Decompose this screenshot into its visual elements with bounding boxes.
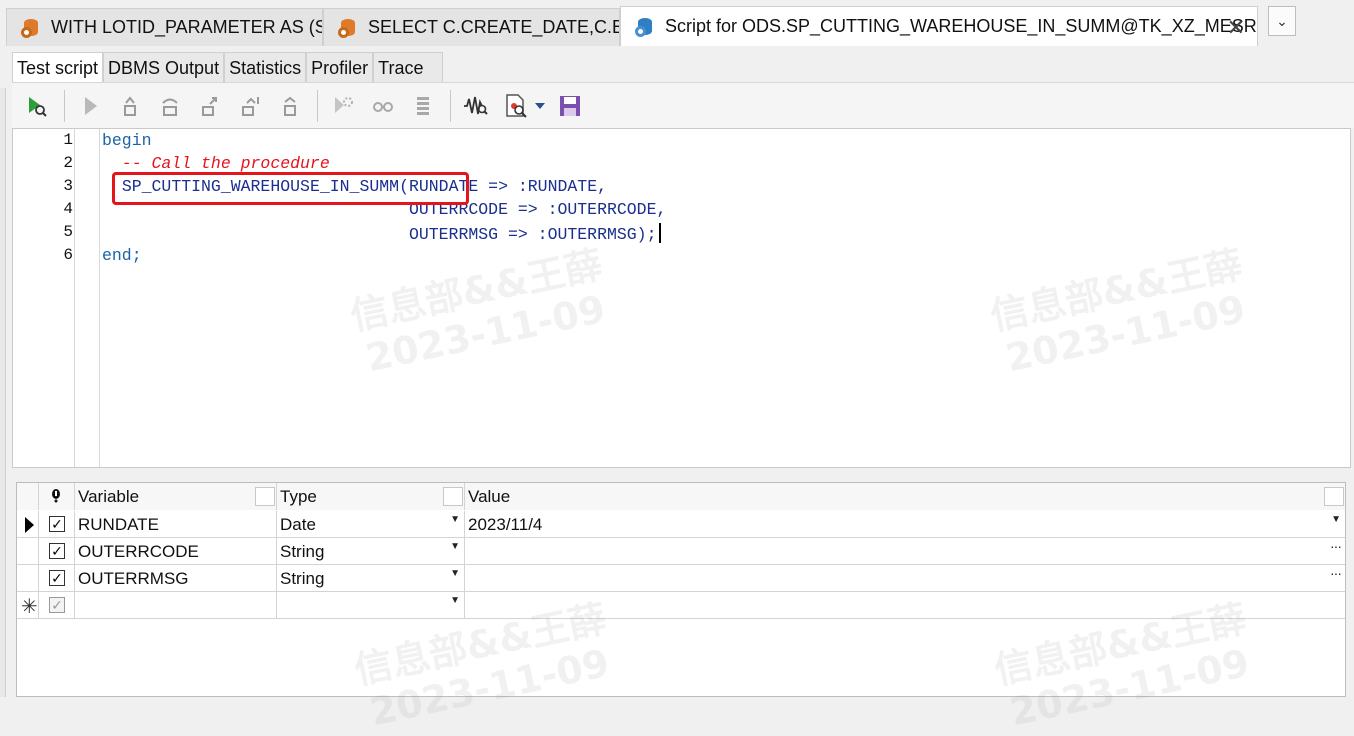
table-row[interactable]: ✓ OUTERRCODE String ▼ ··· — [17, 538, 1345, 565]
type-select[interactable]: Date ▼ — [277, 511, 465, 538]
value-input[interactable]: ··· — [465, 565, 1345, 592]
run-icon[interactable] — [75, 91, 105, 121]
tab-trace[interactable]: Trace — [373, 52, 444, 82]
toggle-breakpoint-icon[interactable] — [328, 91, 358, 121]
line-number: 3 — [63, 177, 73, 195]
value-input[interactable] — [465, 592, 1345, 619]
document-tab-bar: WITH LOTID_PARAMETER AS (S ... SELECT C.… — [0, 0, 1354, 46]
chevron-down-icon: ⌄ — [1276, 12, 1288, 29]
doc-tab-label: WITH LOTID_PARAMETER AS (S ... — [51, 17, 323, 37]
new-table-row[interactable]: ✳ ✓ ▼ — [17, 592, 1345, 619]
grid-header-row: Variable Type Value — [17, 483, 1345, 510]
dropdown-icon[interactable] — [533, 91, 547, 121]
variable-name-cell[interactable]: OUTERRCODE — [75, 538, 277, 565]
step-out-icon[interactable] — [195, 91, 225, 121]
tab-test-script[interactable]: Test script — [12, 52, 104, 82]
profiler-icon[interactable] — [461, 91, 491, 121]
table-row[interactable]: ✓ OUTERRMSG String ▼ ··· — [17, 565, 1345, 592]
step-into-icon[interactable] — [115, 91, 145, 121]
code-line-comment: -- Call the procedure — [102, 154, 330, 173]
row-pointer-icon — [25, 517, 34, 533]
line-number: 2 — [63, 154, 73, 172]
open-script-icon[interactable] — [501, 91, 531, 121]
ellipsis-icon[interactable]: ··· — [1330, 538, 1342, 554]
variable-name-cell[interactable] — [75, 592, 277, 619]
line-number: 1 — [63, 131, 73, 149]
tab-statistics[interactable]: Statistics — [224, 52, 307, 82]
editor-grid-splitter[interactable] — [12, 468, 1354, 480]
doc-tab-select-create-date[interactable]: SELECT C.CREATE_DATE,C.BSF ... — [323, 8, 620, 46]
ellipsis-icon[interactable]: ··· — [1330, 565, 1342, 581]
type-select[interactable]: ▼ — [277, 592, 465, 619]
tab-profiler[interactable]: Profiler — [306, 52, 374, 82]
variable-name-cell[interactable]: OUTERRMSG — [75, 565, 277, 592]
row-enabled-checkbox[interactable]: ✓ — [49, 570, 65, 586]
save-icon[interactable] — [555, 91, 585, 121]
column-header-type[interactable]: Type — [277, 483, 465, 510]
inner-tab-bar: Test script DBMS Output Statistics Profi… — [12, 52, 444, 82]
watermark: 信息部&&王薛 2023-11-09 — [346, 242, 609, 381]
dropdown-arrow-icon[interactable]: ▼ — [450, 513, 460, 527]
run-to-next-exception-icon[interactable] — [235, 91, 265, 121]
column-header-variable[interactable]: Variable — [75, 483, 277, 510]
variables-grid: Variable Type Value ✓ RUNDATE Date ▼ 2023… — [16, 482, 1346, 734]
sql-window-icon — [338, 17, 360, 39]
line-number: 6 — [63, 246, 73, 264]
tab-dbms-output[interactable]: DBMS Output — [103, 52, 225, 82]
close-icon[interactable]: ✕ — [1227, 15, 1245, 41]
procedure-highlight-box — [112, 172, 469, 205]
value-input[interactable]: ··· — [465, 538, 1345, 565]
new-row-icon: ✳ — [21, 596, 38, 618]
dropdown-arrow-icon[interactable]: ▼ — [1331, 513, 1341, 527]
dropdown-arrow-icon[interactable]: ▼ — [450, 567, 460, 581]
row-enabled-checkbox[interactable]: ✓ — [49, 597, 65, 613]
dropdown-arrow-icon[interactable]: ▼ — [450, 540, 460, 554]
watermark: 信息部&&王薛 2023-11-09 — [986, 242, 1249, 381]
row-enabled-checkbox[interactable]: ✓ — [49, 516, 65, 532]
variable-name-cell[interactable]: RUNDATE — [75, 511, 277, 538]
current-row-indicator — [17, 511, 39, 538]
alert-column-header[interactable] — [39, 483, 75, 510]
tabs-dropdown-button[interactable]: ⌄ — [1268, 6, 1296, 36]
doc-tab-label: SELECT C.CREATE_DATE,C.BSF ... — [368, 17, 619, 37]
type-select[interactable]: String ▼ — [277, 538, 465, 565]
test-window-icon — [635, 16, 657, 38]
dropdown-arrow-icon[interactable]: ▼ — [450, 594, 460, 608]
left-panel-edge — [0, 88, 6, 697]
exclamation-icon — [52, 489, 60, 503]
debug-toolbar — [12, 82, 1354, 128]
line-number: 4 — [63, 200, 73, 218]
doc-tab-test-script[interactable]: Script for ODS.SP_CUTTING_WAREHOUSE_IN_S… — [620, 6, 1258, 46]
text-cursor — [658, 223, 661, 243]
sql-window-icon — [21, 17, 43, 39]
doc-tab-label: Script for ODS.SP_CUTTING_WAREHOUSE_IN_S… — [665, 16, 1258, 36]
step-over-icon[interactable] — [155, 91, 185, 121]
value-input[interactable]: 2023/11/4 ▼ — [465, 511, 1345, 538]
code-editor[interactable]: 1 2 3 4 5 6 begin -- Call the procedure … — [12, 128, 1351, 468]
start-debugger-icon[interactable] — [22, 91, 52, 121]
type-select[interactable]: String ▼ — [277, 565, 465, 592]
row-enabled-checkbox[interactable]: ✓ — [49, 543, 65, 559]
doc-tab-with-lotid[interactable]: WITH LOTID_PARAMETER AS (S ... — [6, 8, 323, 46]
table-row[interactable]: ✓ RUNDATE Date ▼ 2023/11/4 ▼ — [17, 511, 1345, 538]
code-line-end: end; — [102, 246, 142, 265]
call-stack-icon[interactable] — [408, 91, 438, 121]
code-line-begin: begin — [102, 131, 152, 150]
code-line-param-outerrmsg: OUTERRMSG => :OUTERRMSG); — [102, 223, 661, 244]
set-variable-icon[interactable] — [368, 91, 398, 121]
run-to-cursor-icon[interactable] — [275, 91, 305, 121]
column-header-value[interactable]: Value — [465, 483, 1345, 510]
line-number: 5 — [63, 223, 73, 241]
